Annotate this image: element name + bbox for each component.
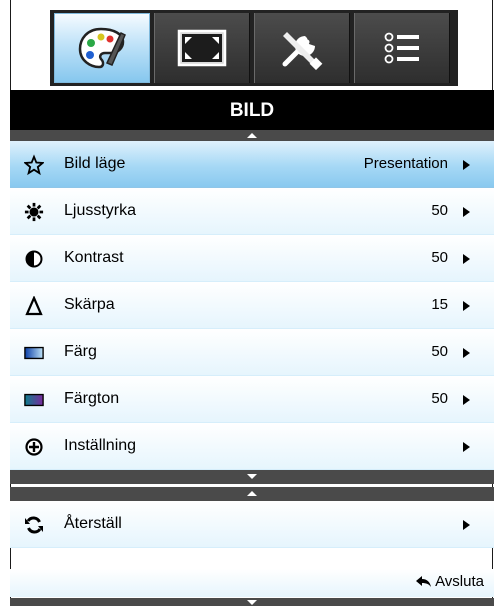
menu-item-value: 50 xyxy=(431,202,448,219)
menu-item-value: 50 xyxy=(431,343,448,360)
menu-item-aterstall[interactable]: Återställ xyxy=(10,501,494,548)
chevron-right-icon xyxy=(463,520,470,530)
tab-settings[interactable] xyxy=(254,13,350,83)
menu-item-label: Inställning xyxy=(64,437,137,454)
chevron-right-icon xyxy=(463,254,470,264)
menu-item-label: Ljusstyrka xyxy=(64,202,137,219)
menu-item-farg[interactable]: Färg 50 xyxy=(10,329,494,376)
tab-options[interactable] xyxy=(354,13,450,83)
chevron-right-icon xyxy=(463,160,470,170)
reset-icon xyxy=(24,515,44,535)
footer-bar: Avsluta xyxy=(10,569,494,597)
menu-item-label: Skärpa xyxy=(64,296,115,313)
menu-item-value: 50 xyxy=(431,249,448,266)
exit-button[interactable]: Avsluta xyxy=(416,573,484,590)
chevron-right-icon xyxy=(463,442,470,452)
menu-item-fargton[interactable]: Färgton 50 xyxy=(10,376,494,423)
scroll-up-icon xyxy=(247,491,257,496)
tools-icon xyxy=(282,32,323,70)
chevron-right-icon xyxy=(463,348,470,358)
menu-item-value: Presentation xyxy=(363,155,448,172)
tab-picture[interactable] xyxy=(54,13,150,83)
menu-item-ljusstyrka[interactable]: Ljusstyrka 50 xyxy=(10,188,494,235)
menu-header: BILD xyxy=(10,90,494,130)
scroll-up-strip[interactable] xyxy=(10,130,494,141)
menu-item-bild-lage[interactable]: Bild läge Presentation xyxy=(10,141,494,188)
sharpness-icon xyxy=(24,296,44,316)
scroll-down-icon xyxy=(247,474,257,479)
scroll-down-icon xyxy=(247,600,257,605)
tab-bar xyxy=(50,10,458,86)
chevron-right-icon xyxy=(463,207,470,217)
scroll-up-icon xyxy=(247,133,257,138)
menu-item-kontrast[interactable]: Kontrast 50 xyxy=(10,235,494,282)
color-icon xyxy=(24,343,44,363)
tab-screen[interactable] xyxy=(154,13,250,83)
osd-menu: BILD Bild läge Presentation Ljusstyrka 5… xyxy=(0,0,495,606)
brightness-icon xyxy=(24,202,44,222)
menu-item-label: Färgton xyxy=(64,390,120,407)
back-arrow-icon xyxy=(416,575,432,587)
scroll-down-strip-2[interactable] xyxy=(10,598,494,606)
settings-plus-icon xyxy=(24,437,44,457)
menu-item-label: Kontrast xyxy=(64,249,124,266)
menu-item-label: Bild läge xyxy=(64,155,126,172)
chevron-right-icon xyxy=(463,395,470,405)
scroll-up-strip-2[interactable] xyxy=(10,487,494,501)
menu-item-label: Färg xyxy=(64,343,97,360)
chevron-right-icon xyxy=(463,301,470,311)
menu-item-value: 50 xyxy=(431,390,448,407)
page-title: BILD xyxy=(229,100,275,121)
scroll-down-strip[interactable] xyxy=(10,470,494,484)
menu-item-skarpa[interactable]: Skärpa 15 xyxy=(10,282,494,329)
menu-item-label: Återställ xyxy=(64,515,122,532)
tint-icon xyxy=(24,390,44,410)
screen-resize-icon xyxy=(177,29,227,67)
contrast-icon xyxy=(24,249,44,269)
exit-label: Avsluta xyxy=(435,573,484,590)
star-icon xyxy=(24,154,44,176)
menu-item-installning[interactable]: Inställning xyxy=(10,423,494,470)
menu-item-value: 15 xyxy=(431,296,448,313)
palette-icon xyxy=(78,27,126,69)
options-list-icon xyxy=(384,32,419,64)
